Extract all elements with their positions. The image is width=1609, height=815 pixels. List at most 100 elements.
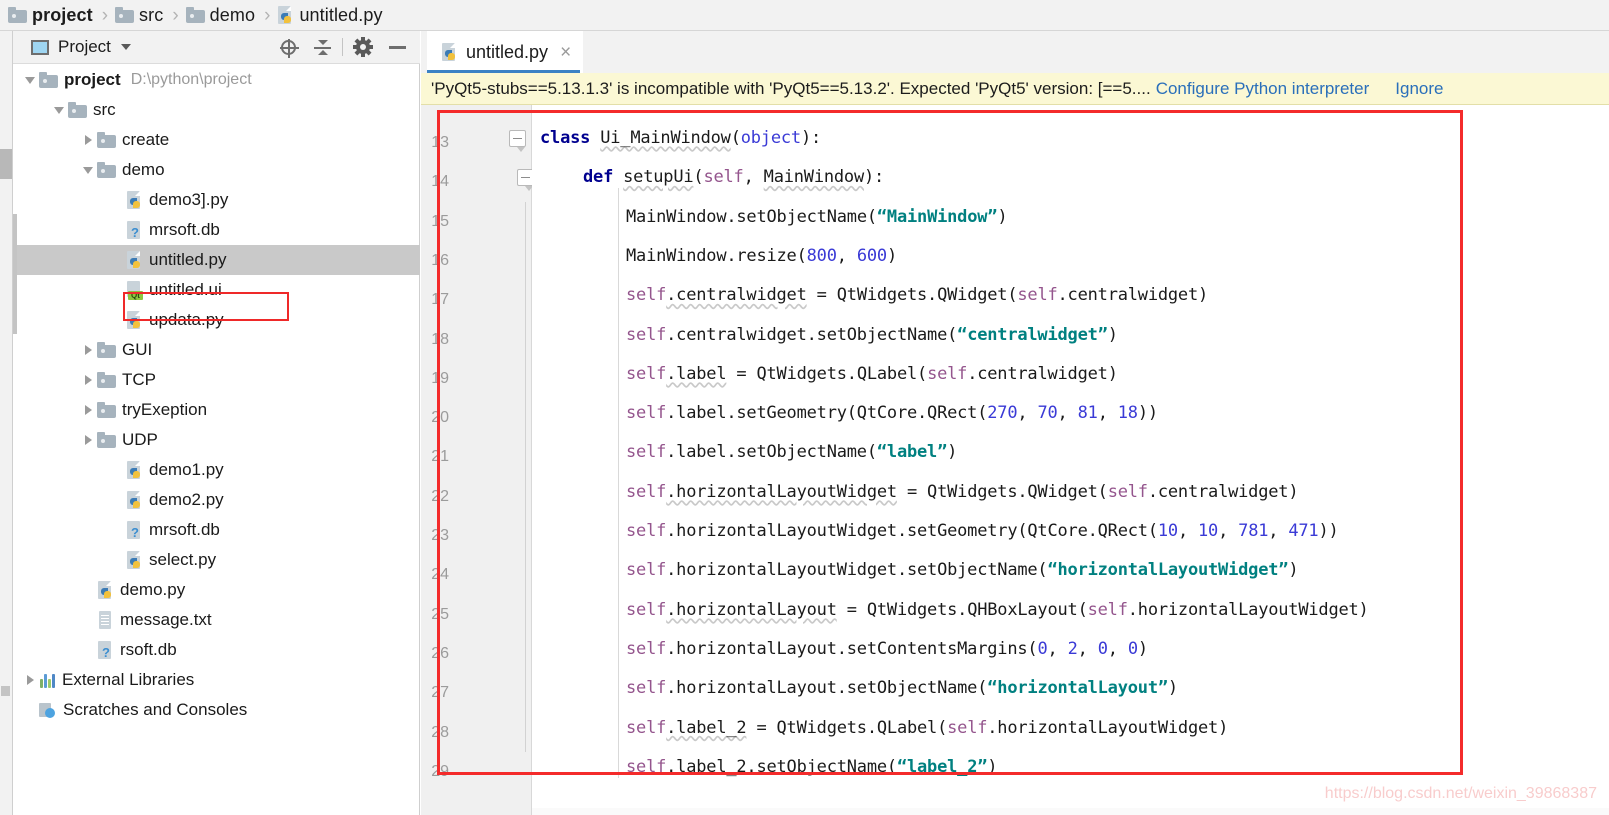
code-line-25[interactable]: self.horizontalLayout = QtWidgets.QHBoxL… [626, 600, 1369, 620]
tree-row-demo2-py[interactable]: demo2.py [13, 485, 420, 515]
chevron-right-icon[interactable] [79, 395, 97, 425]
tree-row-gui[interactable]: GUI [13, 335, 420, 365]
chevron-right-icon[interactable] [79, 425, 97, 455]
tree-row-demo3-py[interactable]: demo3].py [13, 185, 420, 215]
tree-row-demo[interactable]: demo [13, 155, 420, 185]
tree-row-mrsoft-db[interactable]: ? mrsoft.db [13, 515, 420, 545]
chevron-down-icon[interactable] [21, 65, 39, 95]
code-token: self [927, 363, 968, 384]
tree-row-demo-py[interactable]: demo.py [13, 575, 420, 605]
chevron-right-icon[interactable] [79, 125, 97, 155]
code-line-19[interactable]: self.label = QtWidgets.QLabel(self.centr… [626, 364, 1118, 384]
project-file-tree[interactable]: project D:\python\project src create demo dem… [13, 65, 420, 815]
pycharm-window: project › src › demo › untitled.py Proje… [0, 0, 1609, 815]
code-token: 0 [1127, 638, 1138, 659]
code-token: self [1087, 599, 1128, 620]
locate-icon[interactable] [271, 31, 305, 64]
code-line-18[interactable]: self.centralwidget.setObjectName(“centra… [626, 325, 1118, 345]
tree-row-udp[interactable]: UDP [13, 425, 420, 455]
line-number: 21 [431, 448, 449, 466]
tree-row-message-txt[interactable]: message.txt [13, 605, 420, 635]
code-token: 800 [806, 245, 837, 266]
code-fold-toggle[interactable] [509, 130, 526, 152]
code-line-15[interactable]: MainWindow.setObjectName(“MainWindow”) [626, 207, 1008, 227]
editor-fold-strip[interactable] [496, 105, 534, 815]
chevron-right-icon[interactable] [79, 365, 97, 395]
tree-row-demo1-py[interactable]: demo1.py [13, 455, 420, 485]
code-line-13[interactable]: class Ui_MainWindow(object): [540, 128, 821, 148]
tree-row-label: select.py [149, 550, 217, 569]
code-token: , [1017, 403, 1038, 424]
minimize-icon[interactable] [380, 31, 414, 64]
code-token: self [626, 403, 667, 424]
code-line-29[interactable]: self.label_2.setObjectName(“label_2”) [626, 756, 998, 777]
tree-row-untitled-py[interactable]: untitled.py [13, 245, 420, 275]
breadcrumb-item-file[interactable]: untitled.py [277, 0, 382, 31]
tree-row-tcp[interactable]: TCP [13, 365, 420, 395]
tree-row-project[interactable]: project D:\python\project [13, 65, 420, 95]
tree-row-untitled-ui[interactable]: Qt untitled.ui [13, 275, 420, 305]
tree-row-rsoft-db[interactable]: ? rsoft.db [13, 635, 420, 665]
chevron-down-icon[interactable] [79, 155, 97, 185]
code-token: self [626, 756, 667, 777]
editor-gutter[interactable]: 13 14 15 16 17 18 19 20 21 22 23 24 25 26 27 28 29 [421, 105, 496, 815]
code-line-28[interactable]: self.label_2 = QtWidgets.QLabel(self.hor… [626, 718, 1228, 738]
code-token: , [1268, 521, 1289, 541]
code-token: self [626, 481, 667, 502]
code-line-20[interactable]: self.label.setGeometry(QtCore.QRect(270,… [626, 403, 1158, 423]
chevron-right-icon[interactable] [21, 665, 39, 695]
project-panel-scrollbar[interactable] [13, 214, 17, 334]
code-line-17[interactable]: self.centralwidget = QtWidgets.QWidget(s… [626, 285, 1208, 305]
tree-row-scratches-and-consoles[interactable]: Scratches and Consoles [13, 695, 420, 725]
tab-untitled-py[interactable]: untitled.py × [427, 31, 584, 73]
tree-row-label: mrsoft.db [149, 520, 220, 539]
project-panel-header: Project [13, 31, 420, 64]
code-token: ) [886, 245, 897, 266]
code-line-24[interactable]: self.horizontalLayoutWidget.setObjectNam… [626, 560, 1299, 580]
code-token: , [743, 167, 764, 188]
breadcrumb-separator-icon: › [101, 4, 109, 26]
chevron-down-icon[interactable] [120, 44, 131, 50]
tree-row-create[interactable]: create [13, 125, 420, 155]
ignore-link[interactable]: Ignore [1395, 79, 1443, 99]
code-line-23[interactable]: self.horizontalLayoutWidget.setGeometry(… [626, 521, 1339, 541]
code-token: .centralwidget [666, 285, 807, 306]
line-number: 22 [431, 487, 449, 505]
code-token: .horizontalLayout.setObjectName( [666, 678, 988, 699]
tree-row-mrsoft-db[interactable]: ? mrsoft.db [13, 215, 420, 245]
breadcrumb-label: untitled.py [299, 4, 383, 25]
tree-row-select-py[interactable]: select.py [13, 545, 420, 575]
tree-row-updata-py[interactable]: updata.py [13, 305, 420, 335]
tree-row-tryexeption[interactable]: tryExeption [13, 395, 420, 425]
tree-row-src[interactable]: src [13, 95, 420, 125]
code-line-27[interactable]: self.horizontalLayout.setObjectName(“hor… [626, 678, 1178, 698]
code-token: self [626, 717, 667, 738]
code-token: def [583, 167, 624, 188]
project-tool-window: Project project D:\python\project src cr… [13, 31, 420, 815]
gear-icon[interactable] [346, 31, 380, 64]
breadcrumb-item-src[interactable]: src [115, 0, 163, 31]
chevron-right-icon[interactable] [79, 335, 97, 365]
line-number: 24 [431, 566, 449, 584]
breadcrumb-item-demo[interactable]: demo [185, 0, 255, 31]
code-token: “centralwidget” [957, 324, 1108, 345]
notification-banner: 'PyQt5-stubs==5.13.1.3' is incompatible … [421, 73, 1609, 105]
editor-horizontal-scrollbar[interactable] [532, 808, 1609, 815]
line-number: 28 [431, 723, 449, 741]
collapse-all-icon[interactable] [305, 31, 339, 64]
close-icon[interactable]: × [560, 43, 571, 62]
code-token: 81 [1077, 403, 1098, 424]
chevron-down-icon[interactable] [50, 95, 68, 125]
configure-python-interpreter-link[interactable]: Configure Python interpreter [1156, 79, 1370, 99]
code-line-14[interactable]: def setupUi(self, MainWindow): [583, 167, 884, 187]
code-content[interactable]: class Ui_MainWindow(object):def setupUi(… [532, 105, 1609, 815]
code-line-21[interactable]: self.label.setObjectName(“label”) [626, 442, 957, 462]
code-token: = QtWidgets.QLabel( [726, 363, 928, 384]
code-line-26[interactable]: self.horizontalLayout.setContentsMargins… [626, 639, 1148, 659]
tree-row-external-libraries[interactable]: External Libraries [13, 665, 420, 695]
breadcrumb-item-project[interactable]: project [8, 0, 93, 31]
line-number: 15 [431, 212, 449, 230]
code-token: = QtWidgets.QLabel( [746, 717, 948, 738]
code-line-22[interactable]: self.horizontalLayoutWidget = QtWidgets.… [626, 481, 1299, 502]
code-line-16[interactable]: MainWindow.resize(800, 600) [626, 246, 897, 266]
